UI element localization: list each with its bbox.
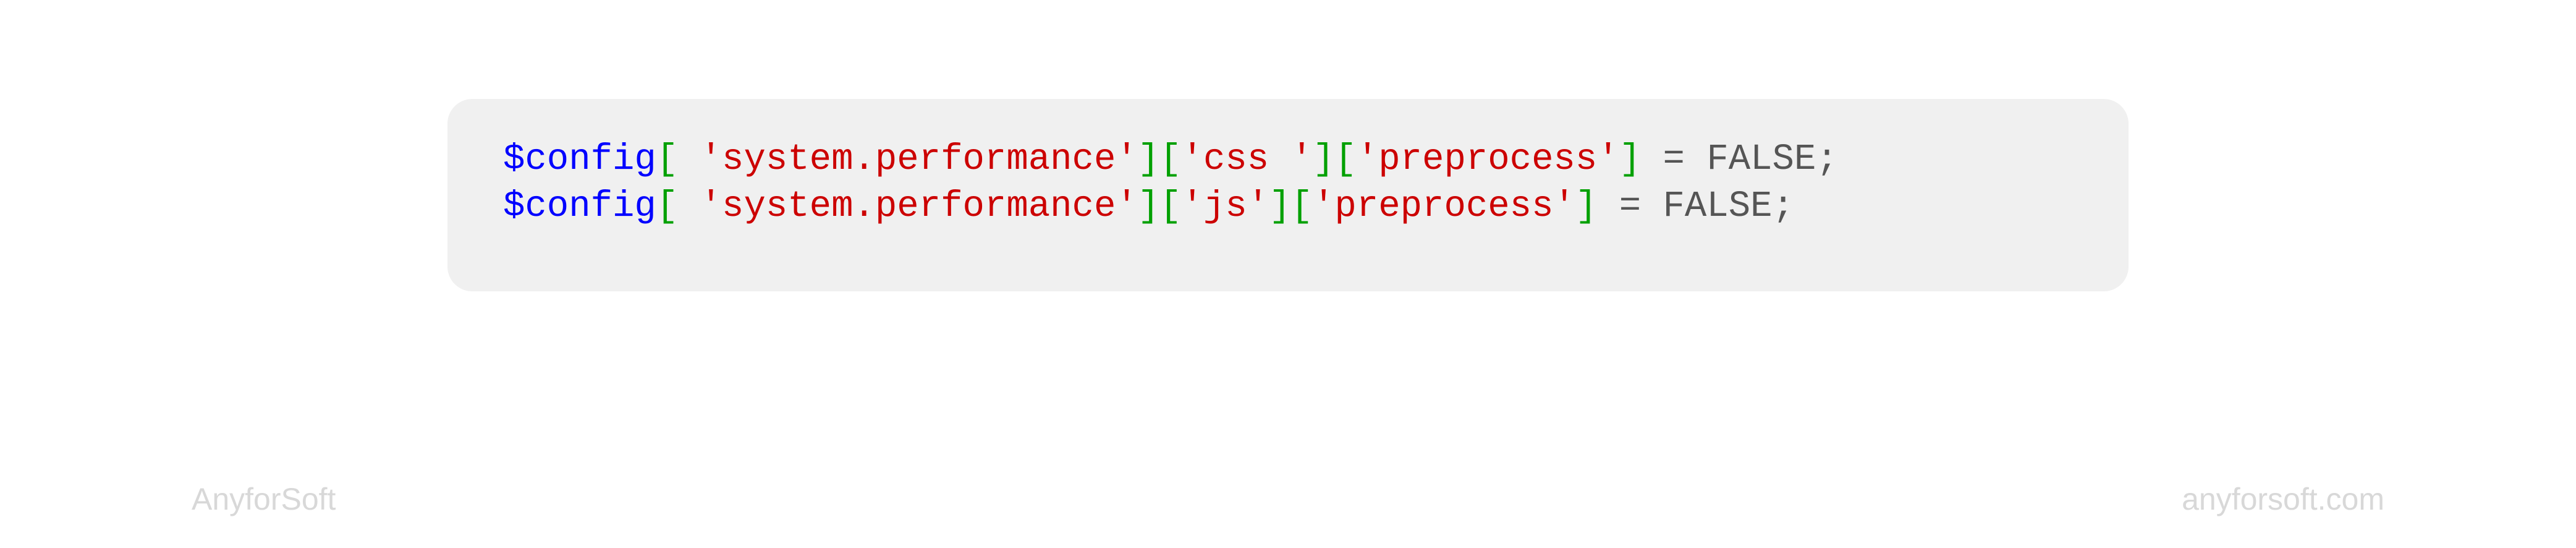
code-line-2: $config[ 'system.performance']['js']['pr… — [503, 183, 2073, 230]
assignment-token: = FALSE; — [1597, 186, 1794, 227]
assignment-token: = FALSE; — [1641, 139, 1838, 180]
string-token: 'system.performance' — [700, 186, 1138, 227]
bracket-token: [ — [656, 139, 700, 180]
string-token: 'system.performance' — [700, 139, 1138, 180]
bracket-token: [ — [1291, 186, 1313, 227]
bracket-token: ] — [1575, 186, 1597, 227]
bracket-token: ] — [1138, 186, 1159, 227]
string-token: 'js' — [1182, 186, 1269, 227]
document-container: $config[ 'system.performance']['css ']['… — [0, 0, 2576, 548]
string-token: 'preprocess' — [1357, 139, 1619, 180]
string-token: 'css ' — [1182, 139, 1313, 180]
variable-token: $config — [503, 186, 656, 227]
footer-url: anyforsoft.com — [2182, 481, 2384, 517]
bracket-token: [ — [656, 186, 700, 227]
bracket-token: [ — [1159, 139, 1181, 180]
code-block: $config[ 'system.performance']['css ']['… — [447, 99, 2129, 291]
bracket-token: ] — [1269, 186, 1290, 227]
footer-brand: AnyforSoft — [192, 481, 336, 517]
bracket-token: [ — [1159, 186, 1181, 227]
bracket-token: ] — [1313, 139, 1334, 180]
bracket-token: ] — [1138, 139, 1159, 180]
variable-token: $config — [503, 139, 656, 180]
bracket-token: ] — [1619, 139, 1641, 180]
bracket-token: [ — [1334, 139, 1356, 180]
code-line-1: $config[ 'system.performance']['css ']['… — [503, 136, 2073, 183]
footer: AnyforSoft anyforsoft.com — [0, 481, 2576, 517]
string-token: 'preprocess' — [1313, 186, 1575, 227]
